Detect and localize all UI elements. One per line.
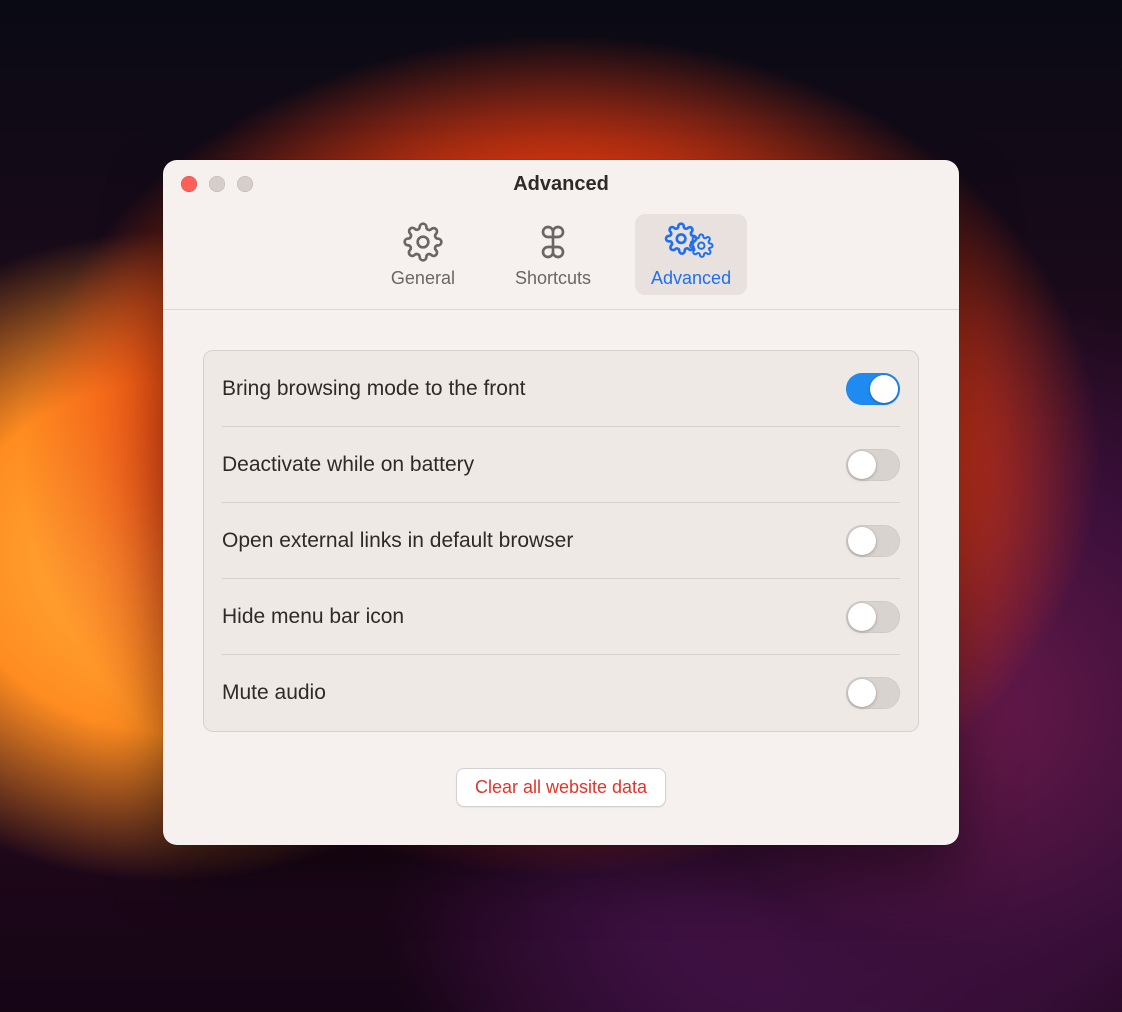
clear-website-data-button[interactable]: Clear all website data [456,768,666,807]
window-controls [181,176,253,192]
setting-row-mute-audio: Mute audio [222,655,900,731]
setting-label: Open external links in default browser [222,529,573,553]
tab-general[interactable]: General [375,214,471,295]
tab-label: Shortcuts [515,268,591,289]
tab-label: General [391,268,455,289]
titlebar: Advanced [163,160,959,208]
toggle-bring-to-front[interactable] [846,373,900,405]
toggle-knob [848,679,876,707]
command-icon [533,222,573,262]
setting-row-bring-to-front: Bring browsing mode to the front [222,351,900,427]
toggle-knob [848,451,876,479]
toggle-deactivate-battery[interactable] [846,449,900,481]
preferences-window: Advanced General Shortcuts [163,160,959,845]
toggle-external-links[interactable] [846,525,900,557]
content-area: Bring browsing mode to the front Deactiv… [163,310,959,845]
zoom-window-button[interactable] [237,176,253,192]
setting-row-deactivate-battery: Deactivate while on battery [222,427,900,503]
tab-label: Advanced [651,268,731,289]
toggle-hide-menubar[interactable] [846,601,900,633]
toggle-knob [870,375,898,403]
setting-label: Bring browsing mode to the front [222,377,526,401]
close-window-button[interactable] [181,176,197,192]
footer: Clear all website data [203,732,919,817]
gears-icon [663,222,719,262]
tab-shortcuts[interactable]: Shortcuts [499,214,607,295]
toolbar-tabs: General Shortcuts [163,208,959,310]
toggle-knob [848,527,876,555]
setting-label: Mute audio [222,681,326,705]
setting-row-external-links: Open external links in default browser [222,503,900,579]
minimize-window-button[interactable] [209,176,225,192]
tab-advanced[interactable]: Advanced [635,214,747,295]
window-title: Advanced [513,173,609,196]
setting-label: Hide menu bar icon [222,605,404,629]
gear-icon [403,222,443,262]
toggle-mute-audio[interactable] [846,677,900,709]
toggle-knob [848,603,876,631]
setting-label: Deactivate while on battery [222,453,474,477]
setting-row-hide-menubar: Hide menu bar icon [222,579,900,655]
settings-panel: Bring browsing mode to the front Deactiv… [203,350,919,732]
